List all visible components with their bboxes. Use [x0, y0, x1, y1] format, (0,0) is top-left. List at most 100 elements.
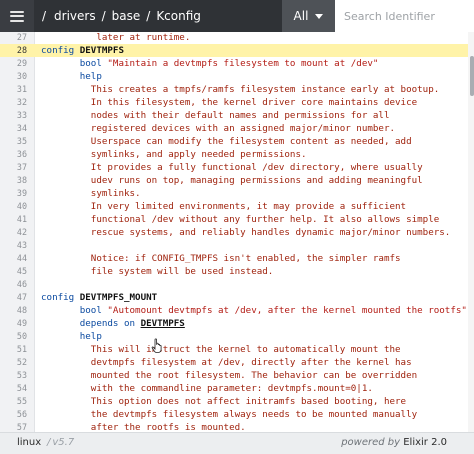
line-number-link[interactable]: 44 [0, 252, 27, 265]
line-number-link[interactable]: 46 [0, 278, 27, 291]
line-number-link[interactable]: 45 [0, 265, 27, 278]
code-text: mounted the root filesystem. The behavio… [41, 369, 417, 382]
code-token: with the commandline parameter: devtmpfs… [41, 383, 373, 394]
line-number-link[interactable]: 52 [0, 356, 27, 369]
code-text: symlinks, and apply needed permissions. [41, 148, 307, 161]
code-line: 44 Notice: if CONFIG_TMPFS isn't enabled… [0, 252, 468, 265]
code-line: 39 symlinks. [0, 187, 468, 200]
line-number-link[interactable]: 29 [0, 57, 27, 70]
line-number-link[interactable]: 51 [0, 343, 27, 356]
code-line: 27 later at runtime. [0, 32, 468, 44]
code-text: devtmpfs filesystem at /dev, directly af… [41, 356, 412, 369]
code-text: nodes with their default names and permi… [41, 109, 390, 122]
code-text: This creates a tmpfs/ramfs filesystem in… [41, 83, 439, 96]
code-token: In very limited environments, it may pro… [41, 201, 407, 212]
version-label[interactable]: / v5.7 [47, 437, 74, 448]
line-number-link[interactable]: 43 [0, 239, 27, 252]
code-line: 45 file system will be used instead. [0, 265, 468, 278]
project-link[interactable]: linux [17, 437, 41, 448]
code-text: functional /dev without any further help… [41, 213, 439, 226]
breadcrumb-item-base[interactable]: base [112, 9, 141, 23]
line-number-link[interactable]: 30 [0, 70, 27, 83]
line-number-link[interactable]: 49 [0, 317, 27, 330]
code-token: symlinks. [41, 188, 141, 199]
line-number-link[interactable]: 55 [0, 395, 27, 408]
code-line: 40 In very limited environments, it may … [0, 200, 468, 213]
breadcrumb-separator: / [146, 9, 151, 23]
code-text: after the rootfs is mounted. [41, 421, 246, 432]
code-line: 48 bool "Automount devtmpfs at /dev, aft… [0, 304, 468, 317]
code-token: symlinks, and apply needed permissions. [41, 149, 307, 160]
code-text: In very limited environments, it may pro… [41, 200, 406, 213]
code-text: symlinks. [41, 187, 141, 200]
code-text: config DEVTMPFS_MOUNT [41, 291, 157, 304]
code-text: help [41, 70, 102, 83]
line-number-link[interactable]: 28 [0, 44, 27, 57]
code-text: This option does not affect initramfs ba… [41, 395, 406, 408]
code-line: 53 mounted the root filesystem. The beha… [0, 369, 468, 382]
code-token: mounted the root filesystem. The behavio… [41, 370, 418, 381]
code-text: It provides a fully functional /dev dire… [41, 161, 423, 174]
code-line: 57 after the rootfs is mounted. [0, 421, 468, 432]
line-number-link[interactable]: 53 [0, 369, 27, 382]
line-number-link[interactable]: 37 [0, 161, 27, 174]
line-number-link[interactable]: 35 [0, 135, 27, 148]
identifier-link[interactable]: DEVTMPFS [141, 318, 185, 329]
powered-by-label: powered by [341, 437, 401, 448]
line-number-link[interactable]: 48 [0, 304, 27, 317]
code-token: help [41, 71, 102, 82]
code-token: config [41, 45, 80, 56]
code-token: Userspace can modify the filesystem cont… [41, 136, 412, 147]
code-line: 28 config DEVTMPFS [0, 44, 468, 57]
line-number-link[interactable]: 54 [0, 382, 27, 395]
scrollbar-thumb[interactable] [470, 56, 474, 96]
line-number-link[interactable]: 38 [0, 174, 27, 187]
menu-button[interactable] [0, 0, 34, 32]
line-number-link[interactable]: 47 [0, 291, 27, 304]
line-number-link[interactable]: 42 [0, 226, 27, 239]
code-line: 46 [0, 278, 468, 291]
code-text: bool "Maintain a devtmpfs filesystem to … [41, 57, 379, 70]
source-code-view: 26 ... /proc/sys/kernel/hotplug or via /… [0, 32, 468, 432]
line-number-link[interactable]: 40 [0, 200, 27, 213]
code-line: 33 nodes with their default names and pe… [0, 109, 468, 122]
line-number-link[interactable]: 39 [0, 187, 27, 200]
code-token: registered devices with an assigned majo… [41, 123, 396, 134]
code-token: bool [41, 305, 108, 316]
line-number-link[interactable]: 34 [0, 122, 27, 135]
app-window: / drivers / base / Kconfig All 26 ... /p… [0, 0, 474, 454]
breadcrumb-separator: / [101, 9, 106, 23]
line-number-link[interactable]: 32 [0, 96, 27, 109]
search-scope-value: All [293, 9, 309, 23]
line-number-link[interactable]: 36 [0, 148, 27, 161]
line-number-link[interactable]: 56 [0, 408, 27, 421]
line-number-link[interactable]: 41 [0, 213, 27, 226]
code-line: 56 the devtmpfs filesystem always needs … [0, 408, 468, 421]
line-number-link[interactable]: 57 [0, 421, 27, 432]
code-text: depends on DEVTMPFS [41, 317, 185, 330]
code-text: udev runs on top, managing permissions a… [41, 174, 423, 187]
search-scope-select[interactable]: All [282, 0, 335, 32]
code-token: depends on [41, 318, 141, 329]
code-token: help [41, 331, 102, 342]
code-token: rescue systems, and reliably handles dyn… [41, 227, 451, 238]
code-line: 42 rescue systems, and reliably handles … [0, 226, 468, 239]
code-token: DEVTMPFS_MOUNT [79, 292, 158, 303]
version-separator: / [47, 437, 51, 448]
breadcrumb-root-link[interactable]: / [42, 9, 46, 23]
vertical-scrollbar[interactable] [468, 32, 474, 432]
line-number-link[interactable]: 27 [0, 32, 27, 44]
elixir-link[interactable]: Elixir 2.0 [403, 437, 447, 448]
code-token: "Maintain a devtmpfs filesystem to mount… [107, 58, 379, 69]
code-token: udev runs on top, managing permissions a… [41, 175, 423, 186]
code-text: rescue systems, and reliably handles dyn… [41, 226, 451, 239]
line-number-link[interactable]: 50 [0, 330, 27, 343]
breadcrumb-item-drivers[interactable]: drivers [54, 9, 96, 23]
line-number-link[interactable]: 31 [0, 83, 27, 96]
code-token: functional /dev without any further help… [41, 214, 440, 225]
code-line: 31 This creates a tmpfs/ramfs filesystem… [0, 83, 468, 96]
line-number-link[interactable]: 33 [0, 109, 27, 122]
search-identifier-input[interactable] [335, 0, 474, 32]
breadcrumb-item-kconfig[interactable]: Kconfig [156, 9, 201, 23]
bottom-bar: linux / v5.7 powered by Elixir 2.0 [0, 432, 474, 454]
